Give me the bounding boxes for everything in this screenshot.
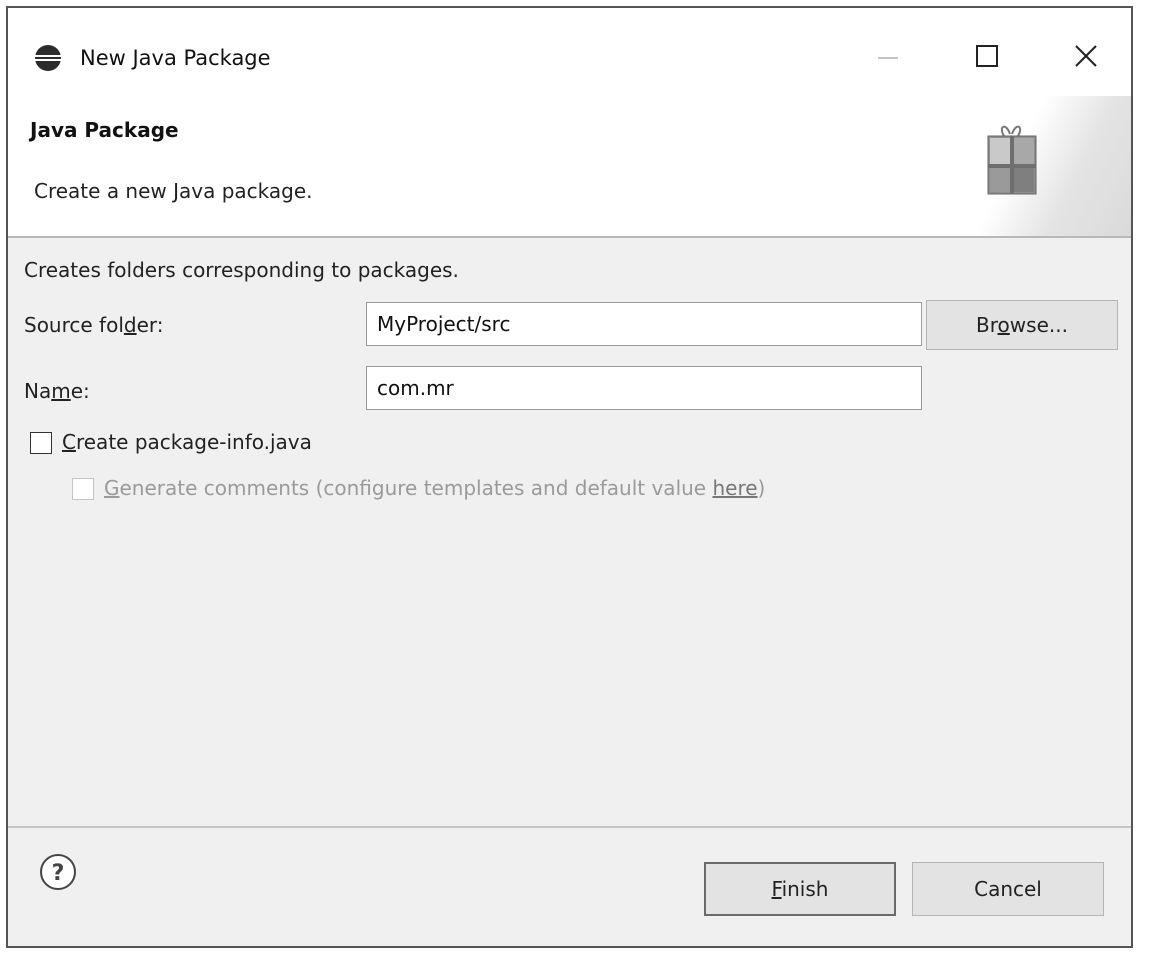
create-package-info-label[interactable]: Create package-info.java bbox=[62, 430, 312, 454]
maximize-icon bbox=[976, 45, 998, 67]
banner-title: Java Package bbox=[30, 118, 179, 142]
new-java-package-dialog: New Java Package Java Package Create a n… bbox=[6, 6, 1133, 948]
maximize-button[interactable] bbox=[965, 36, 1009, 76]
configure-templates-link[interactable]: here bbox=[712, 476, 757, 500]
finish-button[interactable]: Finish bbox=[704, 862, 896, 916]
package-name-input[interactable]: com.mr bbox=[366, 366, 922, 410]
package-wizard-icon bbox=[987, 125, 1037, 195]
eclipse-icon bbox=[35, 45, 61, 71]
generate-comments-checkbox[interactable] bbox=[72, 478, 94, 500]
banner-description: Create a new Java package. bbox=[34, 179, 313, 203]
form-intro: Creates folders corresponding to package… bbox=[24, 258, 459, 282]
banner-separator bbox=[8, 236, 1131, 238]
wizard-banner: Java Package Create a new Java package. bbox=[8, 96, 1131, 236]
browse-button[interactable]: Browse... bbox=[926, 300, 1118, 350]
create-package-info-checkbox[interactable] bbox=[30, 432, 52, 454]
name-label: Name: bbox=[24, 379, 90, 403]
window-title: New Java Package bbox=[80, 46, 271, 70]
source-folder-label: Source folder: bbox=[24, 313, 164, 337]
help-icon[interactable]: ? bbox=[38, 852, 78, 892]
svg-text:?: ? bbox=[52, 861, 65, 886]
generate-comments-label: Generate comments (configure templates a… bbox=[104, 476, 766, 500]
cancel-button[interactable]: Cancel bbox=[912, 862, 1104, 916]
title-bar: New Java Package bbox=[8, 8, 1131, 96]
minimize-icon bbox=[878, 57, 898, 59]
source-folder-input[interactable]: MyProject/src bbox=[366, 302, 922, 346]
close-icon bbox=[1075, 45, 1097, 67]
minimize-button[interactable] bbox=[866, 36, 910, 76]
close-button[interactable] bbox=[1064, 36, 1108, 76]
footer-separator bbox=[8, 826, 1131, 828]
